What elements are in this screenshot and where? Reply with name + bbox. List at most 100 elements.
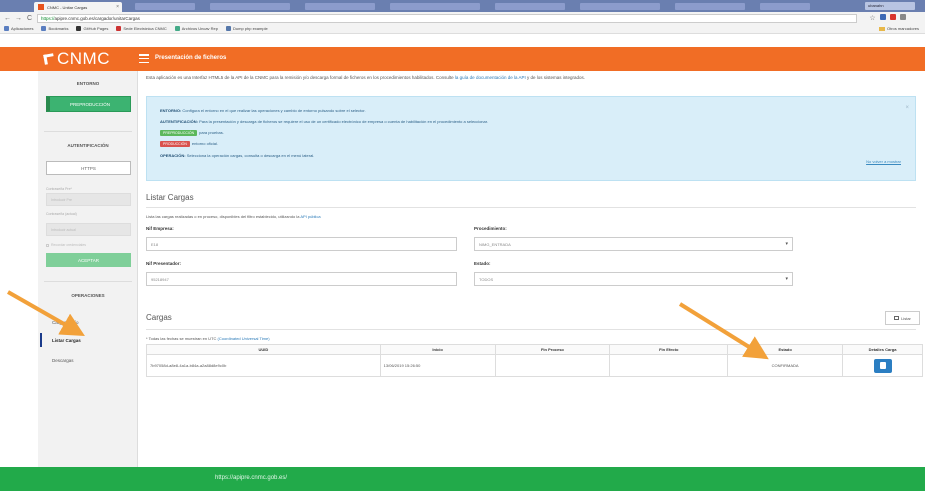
logo[interactable]: CNMC xyxy=(0,47,140,71)
close-icon[interactable]: × xyxy=(116,4,119,10)
divider xyxy=(146,207,916,208)
intro-text: Esta aplicación es una Interfaz HTML5 de… xyxy=(146,75,586,80)
browser-tab-blurred[interactable] xyxy=(135,3,195,10)
extension-icon[interactable] xyxy=(880,14,886,20)
cell-inicio: 13/06/2019 15:26:50 xyxy=(379,354,496,377)
browser-tab[interactable]: CNMC - Unitar Cargas × xyxy=(34,2,122,12)
browser-tab-blurred[interactable] xyxy=(495,3,565,10)
auth-section-title: AUTENTIFICACIÓN xyxy=(67,143,109,148)
nif-presentador-input[interactable]: 95218947 xyxy=(146,272,457,286)
col-estado[interactable]: Estado xyxy=(727,344,844,355)
close-icon[interactable]: × xyxy=(905,105,909,111)
header-title: Presentación de ficheros xyxy=(155,55,227,61)
bookmark-item[interactable]: Sede Electrónica CNMC xyxy=(116,26,167,31)
bookmarks-bar: Aplicaciones Bookmarks GitHub Pages Sede… xyxy=(0,24,925,34)
apps-icon xyxy=(4,26,9,31)
utc-link[interactable]: (Coordinated Universal Time) xyxy=(218,336,270,341)
col-fin-efecto[interactable]: Fin Efecto xyxy=(609,344,729,355)
favicon-icon xyxy=(38,4,44,10)
pre-badge: PREPRODUCCIÓN xyxy=(160,130,198,136)
grid-icon xyxy=(894,316,900,320)
sidebar-item-cargar-envio[interactable]: Cargar Envío xyxy=(40,315,136,329)
operations-section-title: OPERACIONES xyxy=(71,293,105,298)
forward-icon[interactable]: → xyxy=(15,15,22,22)
footer: https://apipre.cnmc.gob.es/ xyxy=(0,467,925,491)
hamburger-menu-icon[interactable] xyxy=(139,54,149,63)
url-path: /cargador/unitarCargas xyxy=(93,15,140,21)
logo-mark-icon xyxy=(43,53,55,65)
archive-icon xyxy=(174,26,180,31)
browser-tab-blurred[interactable] xyxy=(760,3,810,10)
browser-tab-bar: CNMC - Unitar Cargas × ubanahn xyxy=(0,0,925,12)
folder-icon xyxy=(878,26,885,31)
sidebar-item-listar-cargas[interactable]: Listar Cargas xyxy=(40,333,136,347)
browser-tab-blurred[interactable] xyxy=(210,3,290,10)
divider xyxy=(146,329,916,330)
col-detalles[interactable]: Detalles Carga xyxy=(842,344,923,355)
cell-uuid: 7b97058d-a8e8-4a1a-b84a-a2a88d8e9c0b xyxy=(146,354,381,377)
document-icon xyxy=(879,362,886,369)
browser-tab-blurred[interactable] xyxy=(305,3,375,10)
other-bookmarks[interactable]: Otros marcadores xyxy=(878,26,919,31)
procedimiento-select[interactable]: NIMG_ENTRADA ▾ xyxy=(474,237,793,251)
estado-select[interactable]: TODOS ▾ xyxy=(474,272,793,286)
api-doc-link[interactable]: la guía de documentación de la API xyxy=(455,75,526,80)
github-icon xyxy=(76,26,82,31)
info-alert: × ENTORNO: Configura el entorno en el qu… xyxy=(146,96,916,181)
form-title: Listar Cargas xyxy=(146,193,194,202)
extension-icon[interactable] xyxy=(890,14,896,20)
browser-tab-blurred[interactable] xyxy=(390,3,480,10)
cell-fin-efecto xyxy=(609,354,729,377)
footer-url: https://apipre.cnmc.gob.es/ xyxy=(215,475,288,481)
main-content: Esta aplicación es una Interfaz HTML5 de… xyxy=(140,71,925,467)
back-icon[interactable]: ← xyxy=(4,15,11,22)
cell-estado[interactable]: CONFIRMADA xyxy=(727,354,844,377)
user-field-label: Contraseña Pre* xyxy=(46,187,72,191)
menu-icon[interactable] xyxy=(900,14,906,20)
divider xyxy=(44,281,132,282)
bookmark-item[interactable]: Bookmarks xyxy=(41,26,68,31)
bookmark-item[interactable]: GitHub Pages xyxy=(76,26,108,31)
star-icon[interactable]: ☆ xyxy=(869,14,876,22)
cargas-table: UUID Inicio Fin Proceso Fin Efecto Estad… xyxy=(146,344,923,377)
bookmark-item[interactable]: Archivos Uncav Rep xyxy=(174,26,218,31)
info-op: OPERACIÓN: Selecciona la operación carga… xyxy=(160,153,315,158)
nif-empresa-input[interactable]: E18 xyxy=(146,237,457,251)
accept-button[interactable]: ACEPTAR xyxy=(46,253,131,267)
cell-detalles xyxy=(842,354,923,377)
user-input[interactable]: Introducir Pre xyxy=(46,193,131,206)
col-inicio[interactable]: Inicio xyxy=(379,344,496,355)
procedimiento-label: Procedimiento: xyxy=(474,226,507,231)
col-uuid[interactable]: UUID xyxy=(146,344,381,355)
environment-button[interactable]: PREPRODUCCIÓN xyxy=(46,96,131,112)
table-row: 7b97058d-a8e8-4a1a-b84a-a2a88d8e9c0b 13/… xyxy=(146,354,923,377)
remember-checkbox[interactable]: Recordar credenciales xyxy=(46,243,86,247)
address-bar: ← → C https://apipre.cnmc.gob.es/cargado… xyxy=(0,12,925,24)
help-text: Lista las cargas realizadas o en proceso… xyxy=(146,214,321,219)
chevron-down-icon: ▾ xyxy=(785,241,788,247)
browser-tab-blurred[interactable] xyxy=(580,3,660,10)
star-icon xyxy=(41,26,47,31)
estado-label: Estado: xyxy=(474,261,491,266)
divider xyxy=(44,131,132,132)
hide-info-link[interactable]: No volver a mostrar xyxy=(866,159,901,164)
public-api-link[interactable]: API pública xyxy=(300,214,320,219)
user-badge[interactable]: ubanahn xyxy=(865,2,915,10)
sidebar-item-descargas[interactable]: Descargas xyxy=(40,353,136,367)
list-button[interactable]: Listar xyxy=(885,311,920,325)
checkbox-icon xyxy=(46,243,49,247)
reload-icon[interactable]: C xyxy=(26,15,33,22)
cell-fin-proceso xyxy=(494,354,611,377)
password-input[interactable]: Introducir actual xyxy=(46,223,131,236)
bookmark-item[interactable]: Dump php example xyxy=(226,26,268,31)
logo-text: CNMC xyxy=(57,49,110,68)
browser-tab-blurred[interactable] xyxy=(675,3,745,10)
bookmark-item[interactable]: Aplicaciones xyxy=(4,26,33,31)
table-header-row: UUID Inicio Fin Proceso Fin Efecto Estad… xyxy=(146,344,923,355)
nif-presentador-label: Nif Presentador: xyxy=(146,261,182,266)
details-button[interactable] xyxy=(873,358,892,373)
col-fin-proceso[interactable]: Fin Proceso xyxy=(494,344,611,355)
auth-mode-select[interactable]: HTTPS xyxy=(46,161,131,175)
url-input[interactable]: https://apipre.cnmc.gob.es/cargador/unit… xyxy=(37,13,857,23)
utc-note: * Todas las fechas se muestran en UTC (C… xyxy=(146,336,270,341)
